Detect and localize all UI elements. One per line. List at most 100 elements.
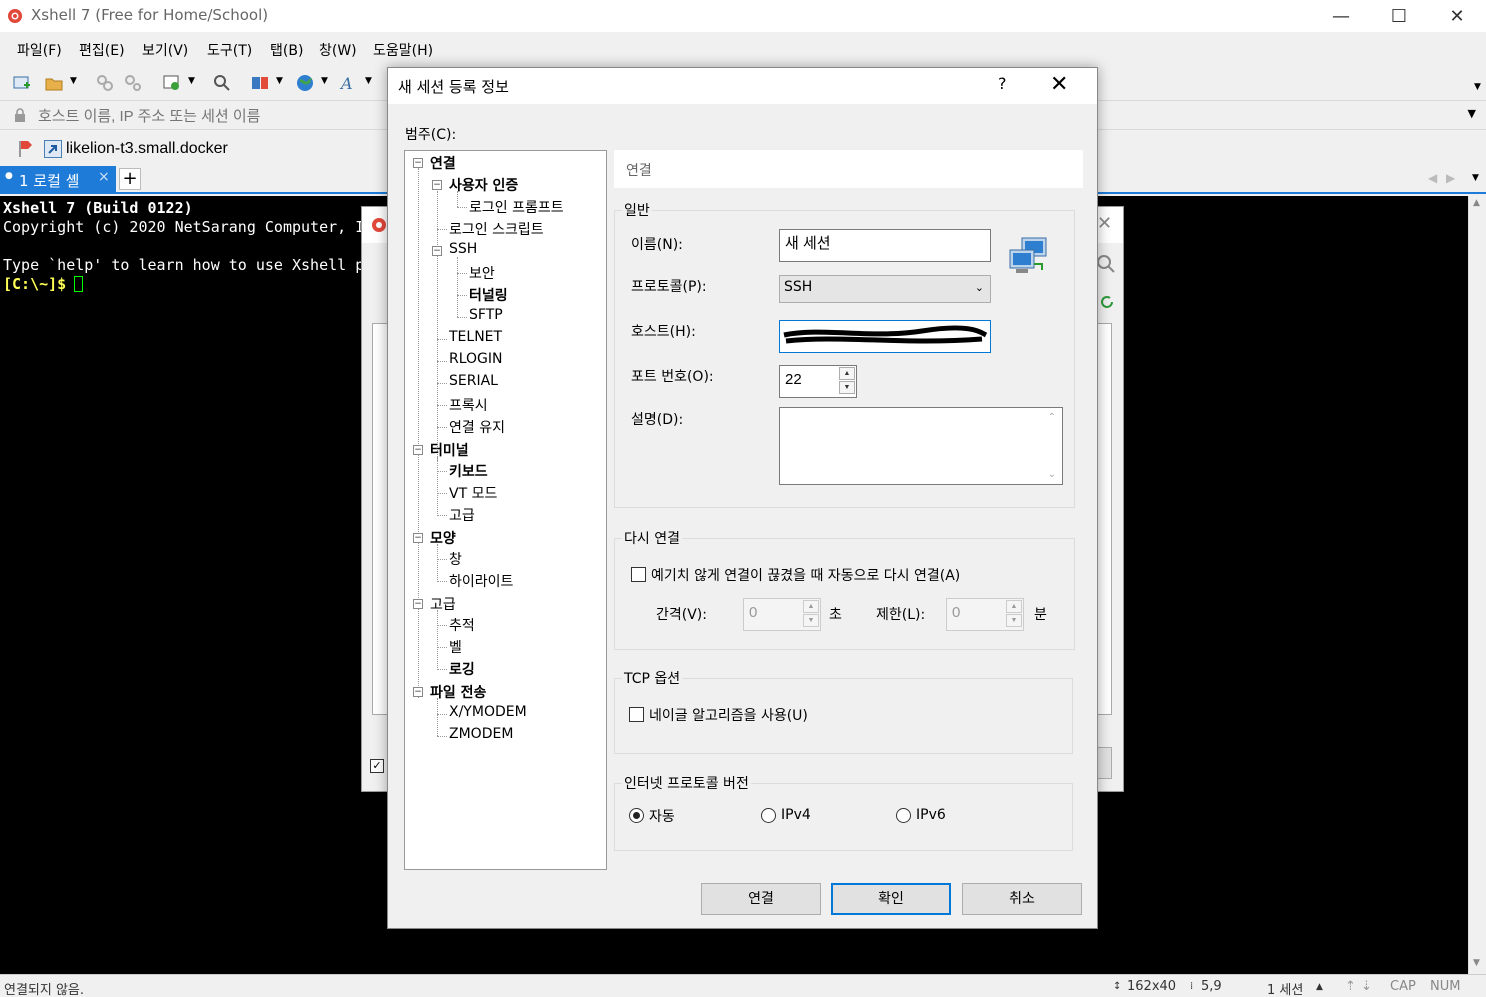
tree-item-keyboard[interactable]: 키보드 xyxy=(449,461,488,481)
scroll-up-icon[interactable]: ⌃ xyxy=(1048,412,1056,423)
tab-local-shell[interactable]: ● 1 로컬 셸 × xyxy=(0,166,116,192)
category-tree[interactable]: − 연결 − 사용자 인증 로그인 프롬프트 로그인 스크립트 − SSH 보안… xyxy=(404,150,607,870)
open-folder-icon[interactable] xyxy=(44,73,64,93)
nagle-checkbox[interactable] xyxy=(629,707,644,722)
tree-expander-icon[interactable]: − xyxy=(413,533,423,543)
tree-item-telnet[interactable]: TELNET xyxy=(449,329,502,345)
spin-down-icon[interactable]: ▼ xyxy=(1006,614,1022,627)
tree-expander-icon[interactable]: − xyxy=(432,246,442,256)
spin-up-icon[interactable]: ▲ xyxy=(1006,600,1022,613)
tree-expander-icon[interactable]: − xyxy=(413,445,423,455)
globe-icon[interactable] xyxy=(295,73,315,93)
spin-down-icon[interactable]: ▼ xyxy=(803,614,819,627)
interval-input[interactable]: 0 ▲ ▼ xyxy=(743,598,821,631)
session-count-up-icon[interactable]: ▲ xyxy=(1316,982,1323,992)
toolbar-overflow-icon[interactable]: ▼ xyxy=(1474,82,1481,92)
scroll-up-icon[interactable]: ▲ xyxy=(1473,198,1480,208)
description-textarea[interactable]: ⌃ ⌄ xyxy=(779,407,1063,485)
tree-item-serial[interactable]: SERIAL xyxy=(449,373,498,389)
protocol-select[interactable]: SSH ⌄ xyxy=(779,275,991,303)
tree-item-highlight[interactable]: 하이라이트 xyxy=(449,571,513,591)
tree-item-advanced[interactable]: 고급 xyxy=(430,594,456,614)
name-input[interactable]: 새 세션 xyxy=(779,229,991,262)
dialog-help-button[interactable]: ? xyxy=(998,74,1007,93)
layout-dropdown-icon[interactable]: ▼ xyxy=(276,76,283,86)
open-dropdown-icon[interactable]: ▼ xyxy=(70,76,77,86)
tree-item-keepalive[interactable]: 연결 유지 xyxy=(449,417,505,437)
bookmark-icon[interactable] xyxy=(18,140,34,158)
connect-button[interactable]: 연결 xyxy=(701,883,821,915)
scroll-down-icon[interactable]: ▼ xyxy=(1473,958,1480,968)
menu-edit[interactable]: 편집(E) xyxy=(79,40,125,60)
spin-up-icon[interactable]: ▲ xyxy=(803,600,819,613)
layout-icon[interactable] xyxy=(250,73,270,93)
address-dropdown-icon[interactable]: ▼ xyxy=(1468,107,1476,120)
properties-icon[interactable] xyxy=(162,73,182,93)
tree-item-connection[interactable]: 연결 xyxy=(430,153,456,173)
add-tab-button[interactable]: + xyxy=(119,168,141,190)
bg-refresh-icon[interactable] xyxy=(1098,293,1116,311)
tree-expander-icon[interactable]: − xyxy=(413,599,423,609)
tab-scroll-right-icon[interactable]: ▶ xyxy=(1446,171,1455,185)
tree-item-trace[interactable]: 추적 xyxy=(449,615,475,635)
tab-close-icon[interactable]: × xyxy=(98,169,110,185)
disconnect-icon[interactable] xyxy=(123,73,143,93)
tab-list-dropdown-icon[interactable]: ▼ xyxy=(1472,173,1479,183)
minimize-button[interactable]: — xyxy=(1312,0,1370,32)
tree-expander-icon[interactable]: − xyxy=(432,180,442,190)
tree-item-appearance[interactable]: 모양 xyxy=(430,528,456,548)
tree-item-vt-mode[interactable]: VT 모드 xyxy=(449,483,497,503)
tree-item-file-transfer[interactable]: 파일 전송 xyxy=(430,682,486,702)
tree-item-proxy[interactable]: 프록시 xyxy=(449,395,488,415)
tree-item-rlogin[interactable]: RLOGIN xyxy=(449,351,503,367)
globe-dropdown-icon[interactable]: ▼ xyxy=(321,76,328,86)
font-dropdown-icon[interactable]: ▼ xyxy=(365,76,372,86)
tree-item-zmodem[interactable]: ZMODEM xyxy=(449,726,513,742)
close-window-button[interactable]: ✕ xyxy=(1428,0,1486,32)
menu-tools[interactable]: 도구(T) xyxy=(207,40,252,60)
tree-item-terminal-advanced[interactable]: 고급 xyxy=(449,505,475,525)
menu-window[interactable]: 창(W) xyxy=(319,40,357,60)
tree-item-security[interactable]: 보안 xyxy=(469,263,495,283)
spin-down-icon[interactable]: ▼ xyxy=(839,381,855,394)
ip-auto-radio[interactable] xyxy=(629,808,644,823)
menu-view[interactable]: 보기(V) xyxy=(142,40,188,60)
session-count[interactable]: 1 세션 xyxy=(1267,979,1303,997)
bg-search-icon[interactable] xyxy=(1095,253,1117,275)
bg-dialog-close-icon[interactable]: ✕ xyxy=(1097,213,1112,234)
terminal-scrollbar[interactable]: ▲ ▼ xyxy=(1468,196,1486,974)
dialog-close-button[interactable]: ✕ xyxy=(1050,72,1068,97)
menu-file[interactable]: 파일(F) xyxy=(17,40,62,60)
host-input[interactable] xyxy=(779,320,991,353)
ipv6-radio[interactable] xyxy=(896,808,911,823)
tree-item-window[interactable]: 창 xyxy=(449,549,462,569)
menu-tab[interactable]: 탭(B) xyxy=(270,40,303,60)
ipv4-radio[interactable] xyxy=(761,808,776,823)
tree-item-ssh[interactable]: SSH xyxy=(449,241,477,257)
cancel-button[interactable]: 취소 xyxy=(962,883,1082,915)
tree-item-user-auth[interactable]: 사용자 인증 xyxy=(449,175,518,195)
new-session-icon[interactable] xyxy=(12,73,32,93)
menu-help[interactable]: 도움말(H) xyxy=(373,40,433,60)
port-input[interactable]: 22 ▲ ▼ xyxy=(779,365,857,398)
tree-expander-icon[interactable]: − xyxy=(413,687,423,697)
ok-button[interactable]: 확인 xyxy=(831,883,951,915)
tree-item-xymodem[interactable]: X/YMODEM xyxy=(449,704,527,720)
tab-scroll-left-icon[interactable]: ◀ xyxy=(1428,171,1437,185)
tree-item-tunneling[interactable]: 터널링 xyxy=(469,285,508,305)
font-icon[interactable]: A xyxy=(339,73,359,93)
tree-item-sftp[interactable]: SFTP xyxy=(469,307,503,323)
auto-reconnect-checkbox[interactable] xyxy=(631,567,646,582)
scroll-down-icon[interactable]: ⌄ xyxy=(1048,469,1056,480)
session-link[interactable]: likelion-t3.small.docker xyxy=(66,140,228,158)
tree-item-login-prompt[interactable]: 로그인 프롬프트 xyxy=(469,197,564,217)
tree-item-bell[interactable]: 벨 xyxy=(449,637,462,657)
properties-dropdown-icon[interactable]: ▼ xyxy=(188,76,195,86)
tree-item-logging[interactable]: 로깅 xyxy=(449,659,475,679)
limit-input[interactable]: 0 ▲ ▼ xyxy=(946,598,1024,631)
tree-expander-icon[interactable]: − xyxy=(413,158,423,168)
maximize-button[interactable]: ☐ xyxy=(1370,0,1428,32)
bg-checkbox-icon[interactable]: ✓ xyxy=(370,759,384,773)
find-icon[interactable] xyxy=(212,73,232,93)
spin-up-icon[interactable]: ▲ xyxy=(839,367,855,380)
